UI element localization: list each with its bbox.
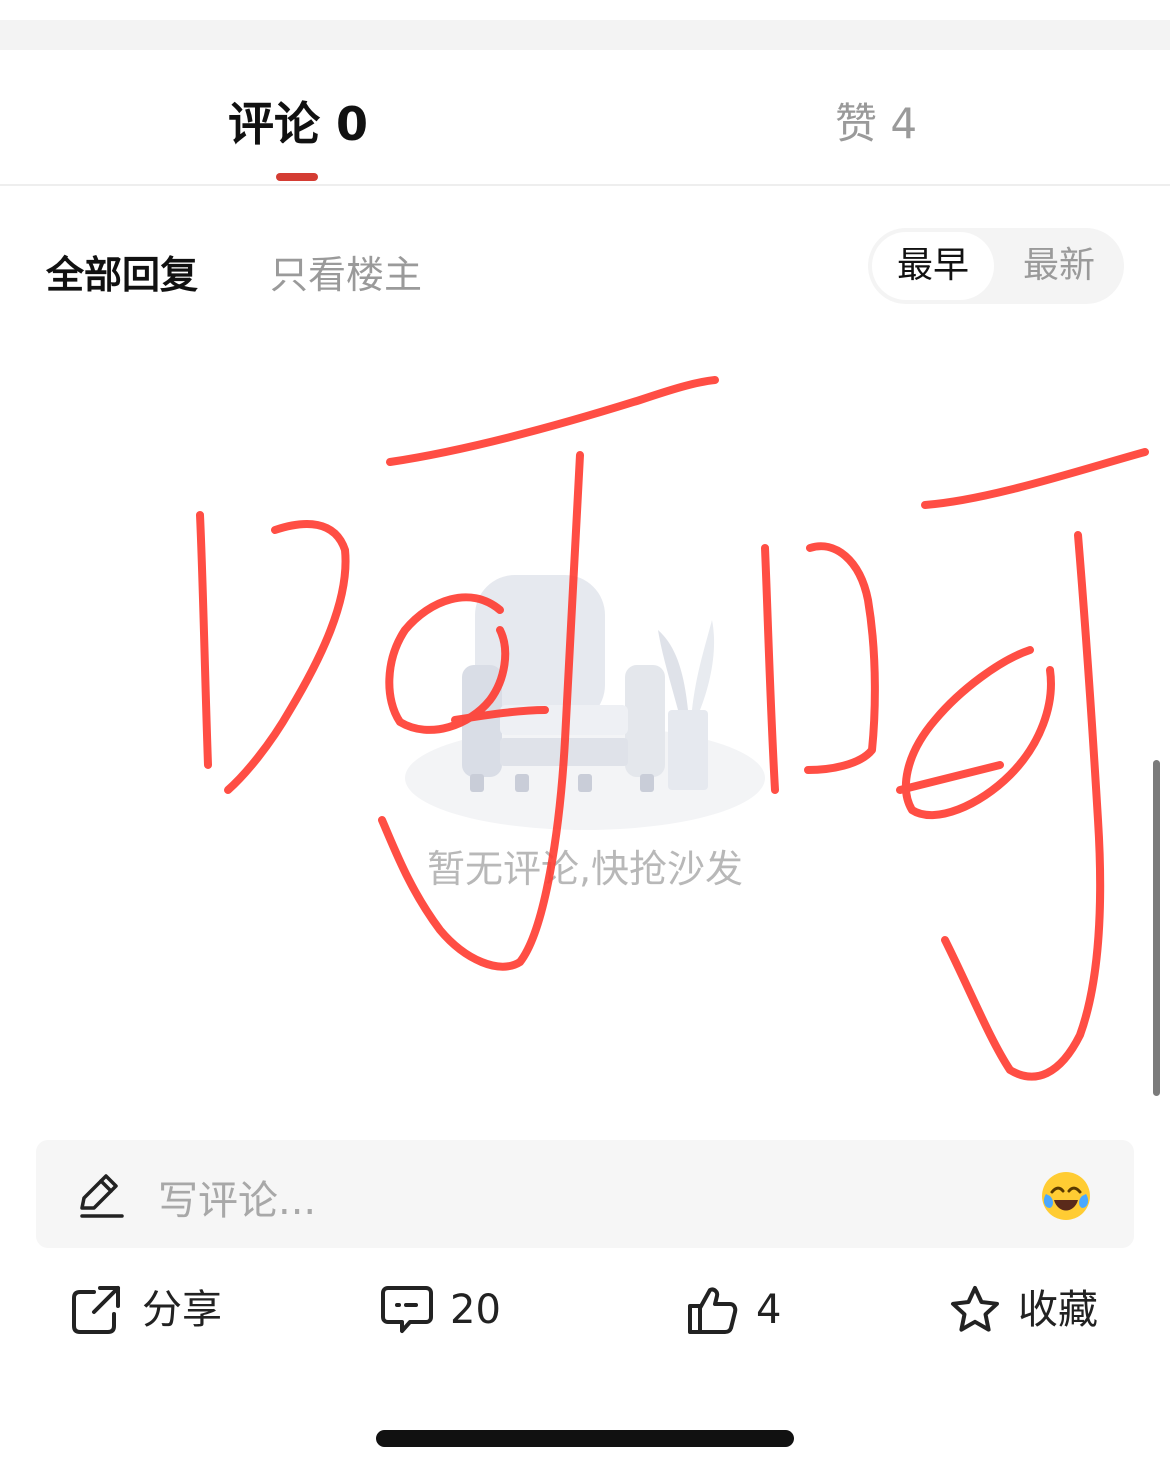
like-button[interactable]: 4 <box>686 1282 826 1338</box>
scrollbar[interactable] <box>1153 760 1160 1096</box>
favorite-label: 收藏 <box>1018 1287 1098 1333</box>
empty-state-message: 暂无评论,快抢沙发 <box>426 847 744 891</box>
comment-button[interactable]: 20 <box>380 1282 560 1338</box>
comment-bubble-icon <box>381 1286 433 1333</box>
favorite-button[interactable]: 收藏 <box>948 1282 1148 1338</box>
pencil-icon <box>80 1174 124 1218</box>
star-icon <box>951 1286 999 1332</box>
laughing-emoji-icon[interactable] <box>1040 1170 1092 1222</box>
comment-count: 20 <box>450 1287 501 1333</box>
tab-bar: 评论 0 赞 4 <box>0 50 1170 186</box>
active-tab-indicator <box>276 173 318 181</box>
tab-comments[interactable]: 评论 0 <box>228 94 368 154</box>
like-count: 4 <box>756 1287 782 1333</box>
section-divider <box>0 20 1170 50</box>
armchair-icon <box>405 575 765 830</box>
home-indicator[interactable] <box>376 1430 794 1447</box>
sort-earliest-button[interactable]: 最早 <box>872 232 994 300</box>
thumbs-up-icon <box>688 1287 738 1334</box>
filter-all-replies[interactable]: 全部回复 <box>46 244 198 299</box>
tab-likes[interactable]: 赞 4 <box>835 94 917 154</box>
share-label: 分享 <box>142 1287 222 1333</box>
sort-toggle: 最早 最新 <box>868 228 1124 304</box>
comment-input-bar[interactable]: 写评论... <box>36 1140 1134 1248</box>
comment-input[interactable]: 写评论... <box>158 1168 316 1226</box>
share-icon <box>72 1286 120 1334</box>
status-bar-area <box>0 0 1170 20</box>
share-button[interactable]: 分享 <box>70 1282 270 1338</box>
filter-op-only[interactable]: 只看楼主 <box>270 244 422 299</box>
sort-latest-button[interactable]: 最新 <box>998 232 1120 300</box>
